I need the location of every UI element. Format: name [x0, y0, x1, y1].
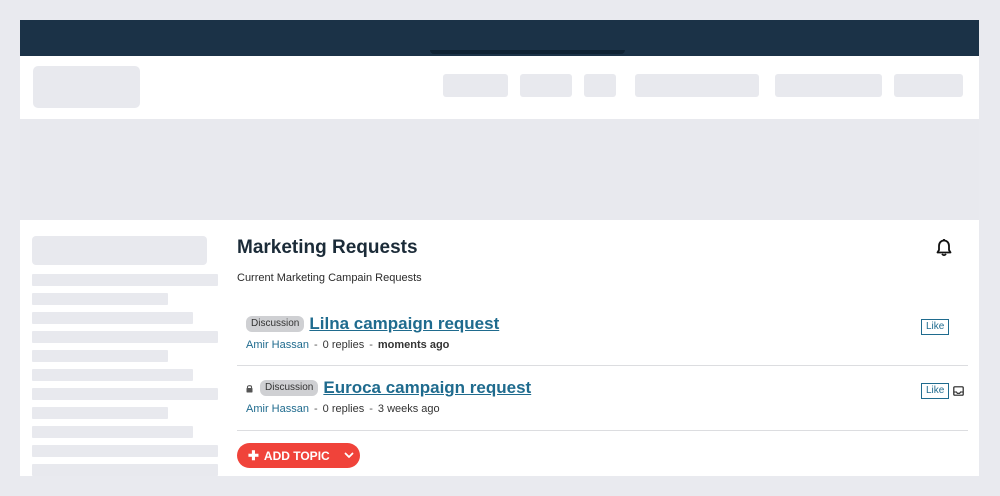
sidebar-item-placeholder[interactable]: [32, 464, 218, 476]
nav-item-placeholder-3[interactable]: [584, 74, 616, 97]
sidebar-item-placeholder[interactable]: [32, 312, 193, 324]
sidebar-item-placeholder[interactable]: [32, 407, 168, 419]
inbox-icon[interactable]: [953, 386, 964, 396]
app-frame: Marketing Requests Current Marketing Cam…: [20, 20, 979, 476]
meta-separator: -: [313, 339, 318, 351]
plus-icon: ✚: [248, 447, 259, 463]
chevron-down-icon[interactable]: [344, 452, 354, 459]
main-content: Marketing Requests Current Marketing Cam…: [20, 220, 979, 476]
topic-title-link[interactable]: Lilna campaign request: [309, 314, 499, 334]
sidebar-item-placeholder[interactable]: [32, 274, 218, 286]
topic-type-badge: Discussion: [246, 316, 305, 332]
topic-header: Discussion Euroca campaign request: [245, 378, 531, 398]
nav-item-placeholder-4[interactable]: [635, 74, 759, 97]
topic-author-link[interactable]: Amir Hassan: [246, 339, 309, 351]
sidebar-item-placeholder[interactable]: [32, 445, 218, 457]
topic-meta: Amir Hassan -0 replies - moments ago: [246, 339, 449, 351]
sidebar-item-placeholder[interactable]: [32, 350, 168, 362]
sidebar-item-placeholder[interactable]: [32, 369, 193, 381]
sidebar-header-placeholder: [32, 236, 207, 265]
meta-separator: -: [313, 403, 318, 415]
topic-replies: 0 replies: [322, 403, 365, 415]
topic-divider: [237, 365, 968, 366]
topic-author-link[interactable]: Amir Hassan: [246, 403, 309, 415]
topic-time: 3 weeks ago: [377, 403, 440, 415]
nav-item-placeholder-1[interactable]: [443, 74, 508, 97]
topic-replies: 0 replies: [322, 339, 365, 351]
nav-item-placeholder-2[interactable]: [520, 74, 572, 97]
topic-title-link[interactable]: Euroca campaign request: [323, 378, 531, 398]
logo-placeholder[interactable]: [33, 66, 140, 108]
sidebar-item-placeholder[interactable]: [32, 426, 193, 438]
banner-placeholder: [20, 119, 979, 220]
page-title: Marketing Requests: [237, 237, 418, 258]
sidebar-item-placeholder[interactable]: [32, 293, 168, 305]
top-bar: [20, 20, 979, 56]
topic-header: Discussion Lilna campaign request: [246, 314, 499, 334]
bell-icon[interactable]: [934, 238, 954, 258]
nav-item-placeholder-6[interactable]: [894, 74, 963, 97]
meta-separator: -: [369, 403, 373, 415]
page-subtitle: Current Marketing Campain Requests: [237, 272, 422, 284]
lock-icon: [246, 384, 253, 392]
add-topic-button[interactable]: ✚ ADD TOPIC: [237, 443, 360, 468]
add-topic-label: ADD TOPIC: [263, 448, 330, 463]
topic-type-badge: Discussion: [260, 380, 319, 396]
sidebar-item-placeholder[interactable]: [32, 388, 218, 400]
topic-row: Discussion Euroca campaign request Amir …: [237, 378, 968, 418]
like-button[interactable]: Like: [921, 383, 950, 399]
topic-time: moments ago: [377, 339, 450, 351]
topic-meta: Amir Hassan -0 replies -3 weeks ago: [246, 403, 440, 415]
like-button[interactable]: Like: [921, 319, 950, 335]
meta-separator: -: [369, 339, 373, 351]
nav-item-placeholder-5[interactable]: [775, 74, 882, 97]
topic-row: Discussion Lilna campaign request Amir H…: [237, 314, 968, 354]
top-bar-notch: [430, 50, 625, 54]
sidebar-item-placeholder[interactable]: [32, 331, 218, 343]
topic-divider: [237, 430, 968, 431]
nav-bar: [20, 56, 979, 119]
